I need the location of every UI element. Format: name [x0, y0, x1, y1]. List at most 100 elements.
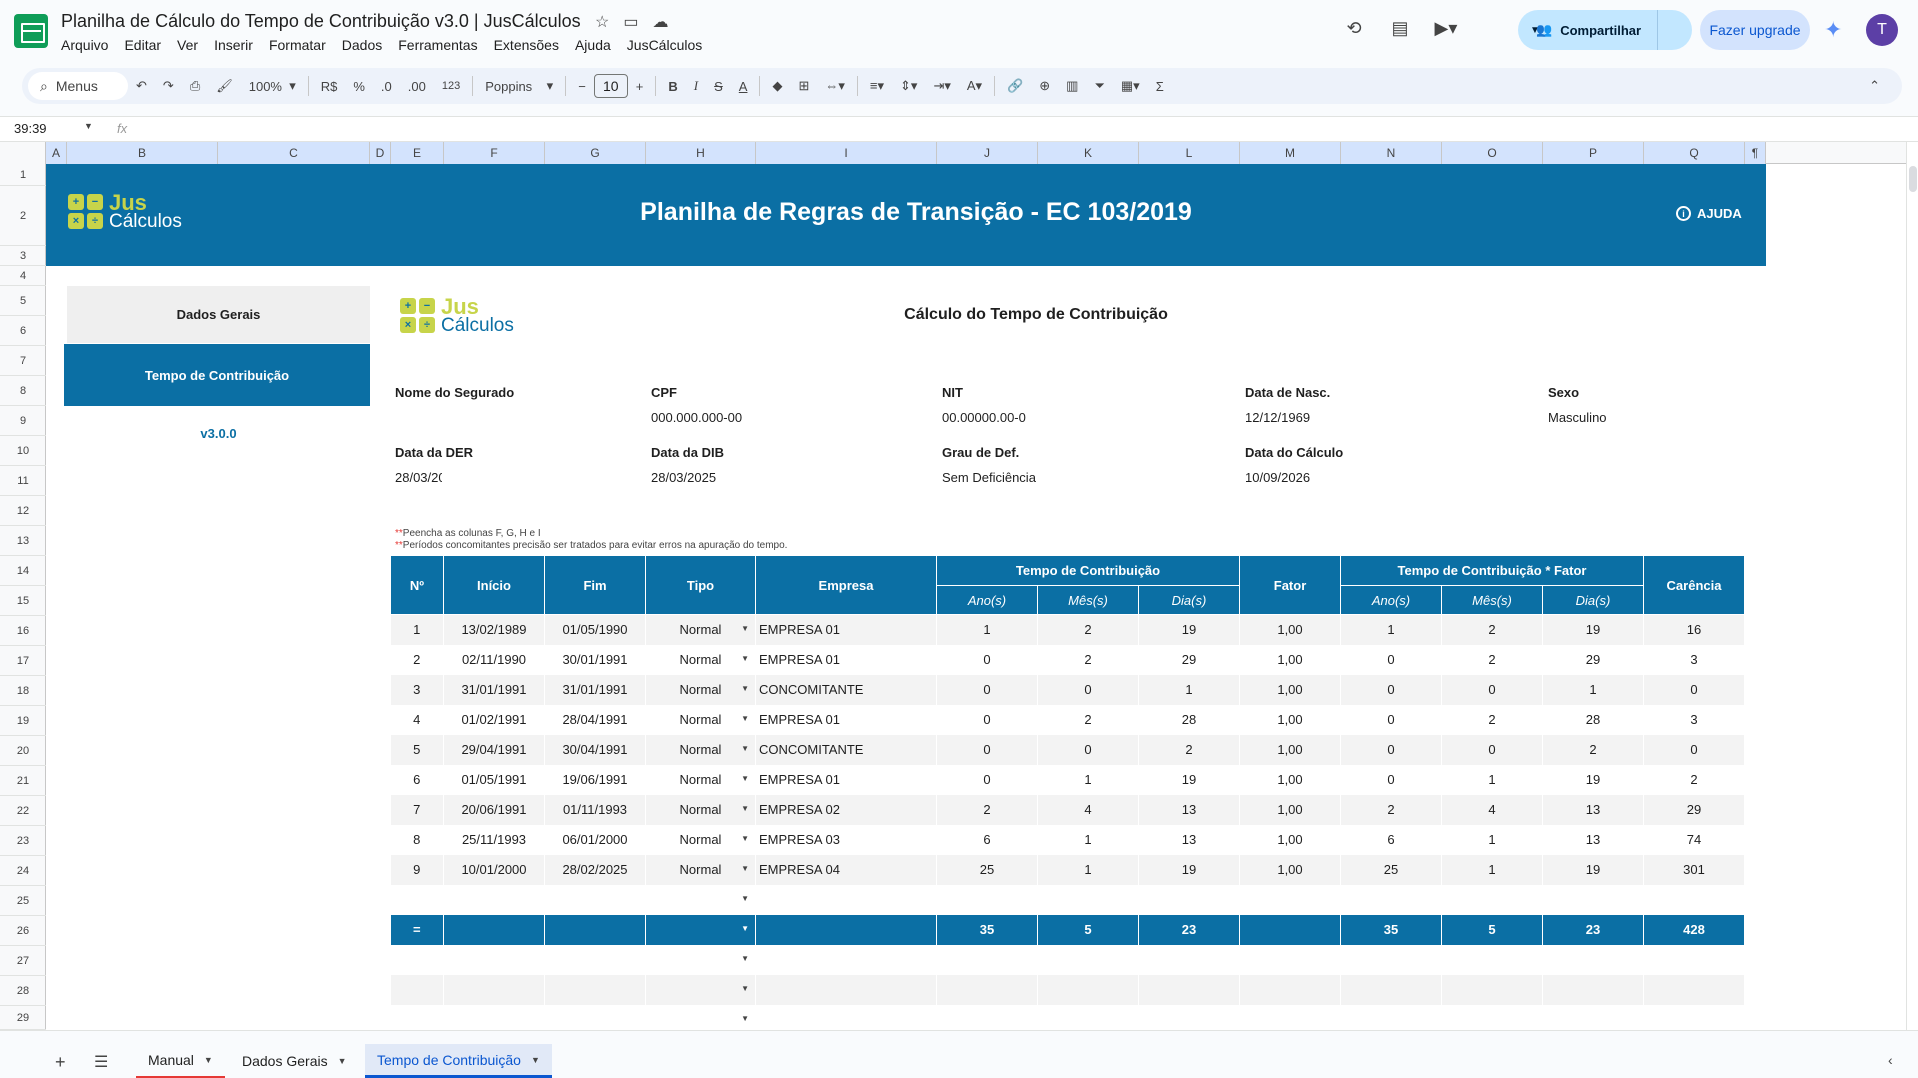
empty-cell[interactable] [1441, 944, 1543, 975]
empty-cell[interactable] [544, 974, 646, 1005]
collapse-toolbar-icon[interactable]: ⌃ [1861, 78, 1888, 94]
print-icon[interactable]: ⎙ [182, 78, 208, 94]
column-header-h[interactable]: H [646, 142, 756, 164]
row-fim[interactable]: 01/05/1990 [544, 614, 646, 645]
column-header-p[interactable]: P [1543, 142, 1644, 164]
row-header[interactable]: 29 [0, 1006, 46, 1030]
dropdown-arrow-icon[interactable]: ▼ [741, 954, 749, 963]
row-header[interactable]: 27 [0, 946, 46, 976]
dropdown-arrow-icon[interactable]: ▼ [741, 834, 749, 843]
row-tipo-select[interactable]: ▼ [645, 884, 756, 915]
menu-juscalculos[interactable]: JusCálculos [619, 37, 710, 53]
row-fim[interactable]: 28/04/1991 [544, 704, 646, 735]
row-empresa[interactable]: EMPRESA 02 [755, 794, 937, 825]
insert-chart-icon[interactable]: ▥ [1058, 78, 1086, 94]
functions-icon[interactable]: Σ [1148, 79, 1172, 94]
row-inicio[interactable]: 13/02/1989 [443, 614, 545, 645]
row-header[interactable]: 9 [0, 406, 46, 436]
dropdown-arrow-icon[interactable]: ▼ [741, 1014, 749, 1023]
empty-cell[interactable] [1340, 944, 1442, 975]
row-header[interactable]: 23 [0, 826, 46, 856]
row-tipo-select[interactable]: Normal ▼ [645, 734, 756, 765]
row-empresa[interactable]: EMPRESA 01 [755, 704, 937, 735]
empty-cell[interactable] [1542, 944, 1644, 975]
column-header-f[interactable]: F [444, 142, 545, 164]
text-rotation-icon[interactable]: A▾ [959, 78, 990, 94]
row-header[interactable]: 10 [0, 436, 46, 466]
column-header-n[interactable]: N [1341, 142, 1442, 164]
decrease-decimal-button[interactable]: .0 [373, 79, 400, 94]
empty-cell[interactable] [1340, 1004, 1442, 1030]
row-header[interactable]: 21 [0, 766, 46, 796]
tab-dados-gerais[interactable]: Dados Gerais ▼ [230, 1044, 359, 1078]
dropdown-arrow-icon[interactable]: ▼ [741, 774, 749, 783]
empty-cell[interactable] [936, 1004, 1038, 1030]
bold-icon[interactable]: B [660, 79, 685, 94]
empty-cell[interactable] [936, 974, 1038, 1005]
row-tipo-select[interactable]: Normal ▼ [645, 674, 756, 705]
empty-cell[interactable] [1441, 974, 1543, 1005]
empty-cell[interactable] [544, 1004, 646, 1030]
dropdown-arrow-icon[interactable]: ▼ [741, 744, 749, 753]
empty-cell[interactable] [1037, 884, 1139, 915]
empty-cell[interactable] [1643, 974, 1745, 1005]
name-box-dropdown-icon[interactable]: ▼ [84, 121, 93, 131]
row-inicio[interactable]: 31/01/1991 [443, 674, 545, 705]
all-sheets-icon[interactable]: ☰ [94, 1052, 108, 1072]
column-header-k[interactable]: K [1038, 142, 1139, 164]
help-button[interactable]: i AJUDA [1676, 206, 1742, 221]
menu-dados[interactable]: Dados [334, 37, 390, 53]
row-inicio[interactable]: 20/06/1991 [443, 794, 545, 825]
tab-menu-icon[interactable]: ▼ [338, 1056, 347, 1066]
empty-cell[interactable] [544, 944, 646, 975]
column-header-m[interactable]: M [1240, 142, 1341, 164]
italic-icon[interactable]: I [686, 78, 706, 94]
tab-manual[interactable]: Manual ▼ [136, 1044, 225, 1078]
dib-value[interactable]: 28/03/2025 [651, 470, 716, 485]
menus-search[interactable]: ⌕ Menus [28, 72, 128, 100]
empty-cell[interactable] [1441, 884, 1543, 915]
grau-value[interactable]: Sem Deficiência [942, 470, 1036, 485]
row-tipo-select[interactable]: ▼ [645, 1004, 756, 1030]
empty-cell[interactable] [1643, 1004, 1745, 1030]
empty-cell[interactable] [1643, 944, 1745, 975]
row-header[interactable]: 8 [0, 376, 46, 406]
zoom-select[interactable]: 100% ▾ [241, 78, 304, 94]
column-header-c[interactable]: C [218, 142, 370, 164]
column-header-l[interactable]: L [1139, 142, 1240, 164]
row-fim[interactable]: 19/06/1991 [544, 764, 646, 795]
empty-cell[interactable] [1037, 974, 1139, 1005]
row-tipo-select[interactable]: ▼ [645, 944, 756, 975]
more-formats-button[interactable]: 123 [434, 80, 468, 92]
empty-cell[interactable] [443, 974, 545, 1005]
vertical-scrollbar[interactable] [1906, 142, 1918, 1030]
row-header[interactable]: 24 [0, 856, 46, 886]
row-fim[interactable]: 28/02/2025 [544, 854, 646, 885]
row-empresa[interactable]: CONCOMITANTE [755, 674, 937, 705]
dropdown-arrow-icon[interactable]: ▼ [741, 684, 749, 693]
share-button[interactable]: 👥 Compartilhar ▼ [1518, 10, 1692, 50]
row-fim[interactable]: 30/04/1991 [544, 734, 646, 765]
fill-color-icon[interactable]: ◆ [764, 78, 790, 94]
font-size-input[interactable]: 10 [593, 74, 628, 98]
increase-decimal-button[interactable]: .00 [400, 79, 434, 94]
dropdown-arrow-icon[interactable]: ▼ [741, 894, 749, 903]
tab-menu-icon[interactable]: ▼ [531, 1055, 540, 1065]
upgrade-button[interactable]: Fazer upgrade [1700, 10, 1810, 50]
empty-cell[interactable] [755, 884, 937, 915]
empty-cell[interactable] [1037, 1004, 1139, 1030]
row-empresa[interactable]: EMPRESA 01 [755, 764, 937, 795]
tab-tempo-contribuicao[interactable]: Tempo de Contribuição ▼ [365, 1044, 552, 1078]
menu-editar[interactable]: Editar [116, 37, 169, 53]
empty-cell[interactable] [1239, 974, 1341, 1005]
filter-views-icon[interactable]: ▦▾ [1113, 78, 1148, 94]
row-fim[interactable]: 06/01/2000 [544, 824, 646, 855]
comments-icon[interactable]: ▤ [1386, 14, 1414, 42]
row-header[interactable]: 17 [0, 646, 46, 676]
dropdown-arrow-icon[interactable]: ▼ [741, 654, 749, 663]
empty-cell[interactable] [1340, 974, 1442, 1005]
insert-comment-icon[interactable]: ⊕ [1031, 78, 1058, 94]
empty-cell[interactable] [936, 884, 1038, 915]
row-empresa[interactable]: CONCOMITANTE [755, 734, 937, 765]
nasc-value[interactable]: 12/12/1969 [1245, 410, 1310, 425]
